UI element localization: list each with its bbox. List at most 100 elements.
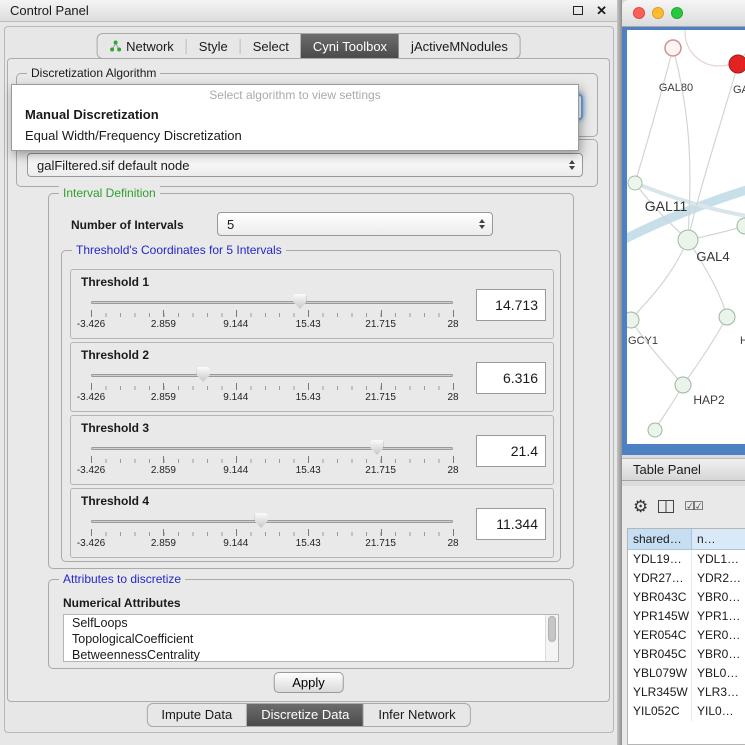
- tab-label: Select: [253, 39, 289, 54]
- table-row[interactable]: YER054C YER0…: [628, 626, 745, 645]
- table-row[interactable]: YBR045C YBR0…: [628, 645, 745, 664]
- num-intervals-combobox[interactable]: 5: [217, 212, 493, 236]
- tab-discretize-data[interactable]: Discretize Data: [247, 704, 363, 726]
- scrollbar-thumb[interactable]: [548, 616, 556, 642]
- close-icon[interactable]: ✕: [596, 4, 607, 17]
- table-row[interactable]: YIL052C YIL0…: [628, 702, 745, 721]
- attributes-group-title: Attributes to discretize: [59, 572, 185, 586]
- cell-shared-name: YBR045C: [628, 645, 692, 664]
- threshold-panel-4: Threshold 4 11.344 -3.426 2.859 9.144 15…: [70, 488, 554, 558]
- zoom-traffic-light[interactable]: [671, 7, 683, 19]
- tab-impute-data[interactable]: Impute Data: [147, 704, 246, 726]
- threshold-panel-2: Threshold 2 6.316 -3.426 2.859 9.144 15.…: [70, 342, 554, 412]
- tick-label: -3.426: [77, 465, 105, 476]
- table-data-value: galFiltered.sif default node: [37, 158, 189, 173]
- threshold-value-field[interactable]: 21.4: [476, 435, 546, 467]
- threshold-value-field[interactable]: 11.344: [476, 508, 546, 540]
- tick-label: 9.144: [223, 392, 248, 403]
- slider-thumb[interactable]: [197, 367, 210, 382]
- slider-track[interactable]: [91, 301, 453, 304]
- network-view-frame: GAL80 GA GAL11 GAL4 GCY1 H HAP2: [622, 27, 745, 455]
- tab-style[interactable]: Style: [187, 34, 240, 58]
- threshold-slider[interactable]: -3.426 2.859 9.144 15.43 21.715 28: [91, 292, 453, 334]
- network-node[interactable]: [737, 218, 745, 234]
- network-node[interactable]: [648, 423, 662, 437]
- list-item[interactable]: BetweennessCentrality: [64, 647, 558, 662]
- list-item[interactable]: SelfLoops: [64, 615, 558, 631]
- numerical-attributes-label: Numerical Attributes: [63, 596, 181, 610]
- tick-label: 28: [447, 392, 458, 403]
- dropdown-option-manual[interactable]: Manual Discretization: [12, 104, 578, 125]
- minimize-traffic-light[interactable]: [652, 7, 664, 19]
- table-row[interactable]: YLR345W YLR3…: [628, 683, 745, 702]
- network-node[interactable]: [678, 230, 698, 250]
- network-node[interactable]: [628, 176, 642, 190]
- threshold-value-field[interactable]: 14.713: [476, 289, 546, 321]
- node-label-partial: H: [740, 335, 745, 347]
- network-node[interactable]: [665, 40, 681, 56]
- tick-label: 2.859: [151, 319, 176, 330]
- cell-shared-name: YBL079W: [628, 664, 692, 683]
- table-row[interactable]: YBR043C YBR0…: [628, 588, 745, 607]
- tab-select[interactable]: Select: [241, 34, 301, 58]
- table-header-row: shared… n…: [628, 529, 745, 550]
- slider-ticks: [91, 310, 453, 317]
- network-node[interactable]: [675, 377, 691, 393]
- tick-label: 2.859: [151, 538, 176, 549]
- dropdown-option-equal-width[interactable]: Equal Width/Frequency Discretization: [12, 125, 578, 146]
- slider-ticks: [91, 383, 453, 390]
- table-row[interactable]: YBL079W YBL0…: [628, 664, 745, 683]
- list-item[interactable]: TopologicalCoefficient: [64, 631, 558, 647]
- column-header-name[interactable]: n…: [692, 529, 745, 550]
- network-node[interactable]: [719, 309, 735, 325]
- table-row[interactable]: YDL19… YDL1…: [628, 550, 745, 569]
- tab-infer-network[interactable]: Infer Network: [364, 704, 469, 726]
- select-all-checkbox-icon[interactable]: ☑☑: [684, 499, 702, 513]
- table-panel-header: Table Panel: [622, 458, 745, 481]
- cell-name: YER0…: [692, 626, 745, 645]
- checkbox-icon: ☑: [684, 499, 693, 513]
- slider-track[interactable]: [91, 520, 453, 523]
- network-canvas[interactable]: GAL80 GA GAL11 GAL4 GCY1 H HAP2: [627, 30, 745, 444]
- threshold-slider[interactable]: -3.426 2.859 9.144 15.43 21.715 28: [91, 511, 453, 553]
- tab-cyni-toolbox[interactable]: Cyni Toolbox: [301, 34, 399, 58]
- tab-jactivemnodules[interactable]: jActiveMNodules: [399, 34, 520, 58]
- combo-arrows-icon: [569, 160, 575, 170]
- threshold-slider[interactable]: -3.426 2.859 9.144 15.43 21.715 28: [91, 365, 453, 407]
- threshold-value-field[interactable]: 6.316: [476, 362, 546, 394]
- slider-track[interactable]: [91, 374, 453, 377]
- threshold-slider[interactable]: -3.426 2.859 9.144 15.43 21.715 28: [91, 438, 453, 480]
- float-icon[interactable]: [573, 6, 583, 15]
- network-node-highlighted[interactable]: [729, 55, 745, 73]
- tick-label: 9.144: [223, 319, 248, 330]
- cell-shared-name: YIL052C: [628, 702, 692, 721]
- table-row[interactable]: YDR27… YDR2…: [628, 569, 745, 588]
- tick-label: 9.144: [223, 465, 248, 476]
- tab-network[interactable]: Network: [97, 34, 186, 58]
- interval-definition-group: Interval Definition Number of Intervals …: [48, 193, 574, 569]
- slider-track[interactable]: [91, 447, 453, 450]
- slider-thumb[interactable]: [255, 513, 268, 528]
- slider-thumb[interactable]: [293, 294, 306, 309]
- algorithm-dropdown: Select algorithm to view settings Manual…: [11, 84, 579, 151]
- gear-icon[interactable]: ⚙: [633, 498, 648, 515]
- table-panel-title: Table Panel: [633, 462, 701, 477]
- tick-label: 28: [447, 538, 458, 549]
- tick-label: 21.715: [365, 392, 396, 403]
- node-label: GCY1: [628, 335, 658, 347]
- tab-label: Discretize Data: [261, 707, 349, 722]
- cyni-toolbox-panel: Discretization Algorithm Select algorith…: [7, 58, 610, 702]
- apply-button[interactable]: Apply: [273, 672, 344, 693]
- tab-label: Impute Data: [161, 707, 232, 722]
- control-panel-titlebar: Control Panel ✕: [0, 0, 617, 22]
- table-row[interactable]: YPR145W YPR1…: [628, 607, 745, 626]
- columns-icon[interactable]: [658, 500, 674, 513]
- list-scrollbar[interactable]: [545, 615, 558, 661]
- tick-label: 21.715: [365, 465, 396, 476]
- slider-thumb[interactable]: [370, 440, 383, 455]
- network-node[interactable]: [627, 312, 639, 328]
- table-data-combobox[interactable]: galFiltered.sif default node: [27, 153, 583, 177]
- column-header-shared-name[interactable]: shared…: [628, 529, 692, 550]
- tab-label: jActiveMNodules: [411, 39, 508, 54]
- close-traffic-light[interactable]: [633, 7, 645, 19]
